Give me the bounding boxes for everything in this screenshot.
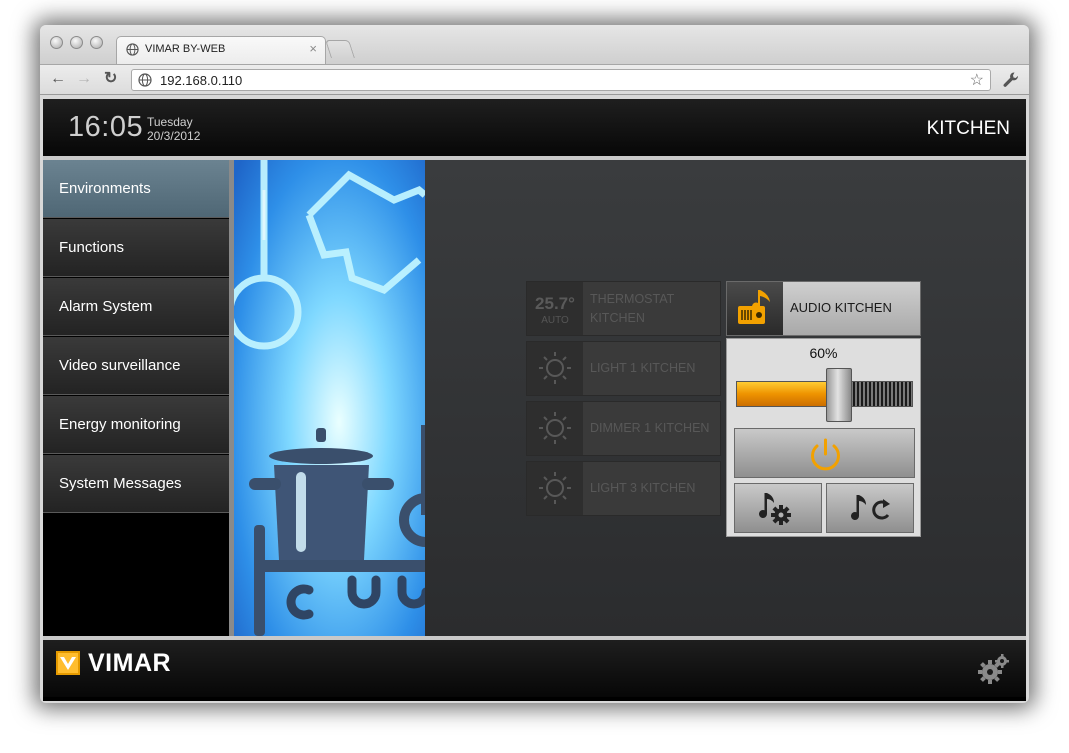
browser-window: VIMAR BY-WEB × ← → ↻ 192.168.0.110 ☆ 16:… <box>40 25 1029 703</box>
kitchen-illustration <box>234 160 425 636</box>
environment-devices-panel: 25.7° AUTO THERMOSTAT KITCHEN LIGHT 1 KI… <box>425 160 1026 636</box>
audio-control-panel: 60% <box>726 338 921 537</box>
browser-tab[interactable]: VIMAR BY-WEB × <box>116 36 326 64</box>
date: 20/3/2012 <box>147 129 201 143</box>
audio-power-button[interactable] <box>734 428 915 478</box>
reload-button[interactable]: ↻ <box>104 69 117 89</box>
tab-strip: VIMAR BY-WEB × <box>40 25 1029 64</box>
sidebar-item-energy-monitoring[interactable]: Energy monitoring <box>43 396 229 454</box>
clock-date: Tuesday 20/3/2012 <box>147 115 200 143</box>
minimize-window-button[interactable] <box>70 36 83 49</box>
audio-kitchen-tile[interactable]: AUDIO KITCHEN <box>726 281 921 336</box>
music-settings-button[interactable] <box>734 483 822 533</box>
music-source-cycle-icon <box>851 495 890 521</box>
brand-name: VIMAR <box>88 649 172 677</box>
forward-button[interactable]: → <box>76 69 92 89</box>
volume-slider-handle[interactable] <box>826 368 852 422</box>
thermostat-temperature: 25.7° <box>535 294 575 313</box>
sidebar-item-label: Environments <box>59 180 151 197</box>
clock-time: 16:05 <box>68 111 144 143</box>
url-text: 192.168.0.110 <box>160 73 243 88</box>
sidebar-item-label: Video surveillance <box>59 357 181 374</box>
music-settings-icon <box>759 493 791 525</box>
light-bulb-icon <box>539 472 571 504</box>
light-bulb-icon <box>539 412 571 444</box>
back-button[interactable]: ← <box>50 69 66 89</box>
settings-gears-icon[interactable] <box>978 654 1010 684</box>
light-1-label: LIGHT 1 KITCHEN <box>590 361 696 375</box>
bookmark-star-icon[interactable]: ☆ <box>970 70 984 90</box>
thermostat-label-line2: KITCHEN <box>590 311 645 325</box>
address-bar[interactable]: 192.168.0.110 ☆ <box>131 69 991 91</box>
light-3-tile[interactable]: LIGHT 3 KITCHEN <box>526 461 721 516</box>
dimmer-1-label: DIMMER 1 KITCHEN <box>590 421 710 435</box>
sidebar-item-environments[interactable]: Environments <box>43 160 229 218</box>
weekday: Tuesday <box>147 115 193 129</box>
power-icon <box>811 438 840 471</box>
globe-icon <box>138 73 152 87</box>
close-window-button[interactable] <box>50 36 63 49</box>
sidebar-item-label: System Messages <box>59 475 182 492</box>
sidebar-item-label: Alarm System <box>59 298 153 315</box>
volume-slider[interactable] <box>736 368 913 422</box>
new-tab-button[interactable] <box>325 40 355 58</box>
sidebar-item-system-messages[interactable]: System Messages <box>43 455 229 513</box>
thermostat-mode: AUTO <box>541 315 569 326</box>
room-title: KITCHEN <box>926 118 1010 139</box>
sidebar-item-label: Energy monitoring <box>59 416 181 433</box>
app-footer: VIMAR <box>43 640 1026 697</box>
music-source-button[interactable] <box>826 483 914 533</box>
light-3-label: LIGHT 3 KITCHEN <box>590 481 696 495</box>
thermostat-label-line1: THERMOSTAT <box>590 292 675 306</box>
thermostat-tile[interactable]: 25.7° AUTO THERMOSTAT KITCHEN <box>526 281 721 336</box>
volume-percentage: 60% <box>809 345 838 361</box>
sidebar: Environments Functions Alarm System Vide… <box>43 160 229 636</box>
kitchen-environment-image <box>234 160 425 636</box>
audio-music-icon <box>738 290 770 324</box>
sidebar-item-functions[interactable]: Functions <box>43 219 229 277</box>
page-viewport: 16:05 Tuesday 20/3/2012 KITCHEN Environm… <box>43 99 1026 701</box>
dimmer-1-tile[interactable]: DIMMER 1 KITCHEN <box>526 401 721 456</box>
browser-toolbar: ← → ↻ 192.168.0.110 ☆ <box>40 64 1029 95</box>
volume-slider-fill <box>737 382 839 406</box>
sidebar-item-label: Functions <box>59 239 125 256</box>
vimar-logo <box>56 651 80 675</box>
sidebar-item-video-surveillance[interactable]: Video surveillance <box>43 337 229 395</box>
zoom-window-button[interactable] <box>90 36 103 49</box>
audio-kitchen-label: AUDIO KITCHEN <box>790 300 892 315</box>
tab-close-button[interactable]: × <box>309 41 317 56</box>
tab-title: VIMAR BY-WEB <box>145 43 226 55</box>
light-bulb-icon <box>539 352 571 384</box>
thermostat-icon: 25.7° AUTO <box>527 282 583 335</box>
sidebar-item-alarm-system[interactable]: Alarm System <box>43 278 229 336</box>
app-header: 16:05 Tuesday 20/3/2012 KITCHEN <box>43 99 1026 156</box>
light-1-tile[interactable]: LIGHT 1 KITCHEN <box>526 341 721 396</box>
wrench-icon[interactable] <box>1001 70 1021 90</box>
globe-icon <box>126 43 139 56</box>
